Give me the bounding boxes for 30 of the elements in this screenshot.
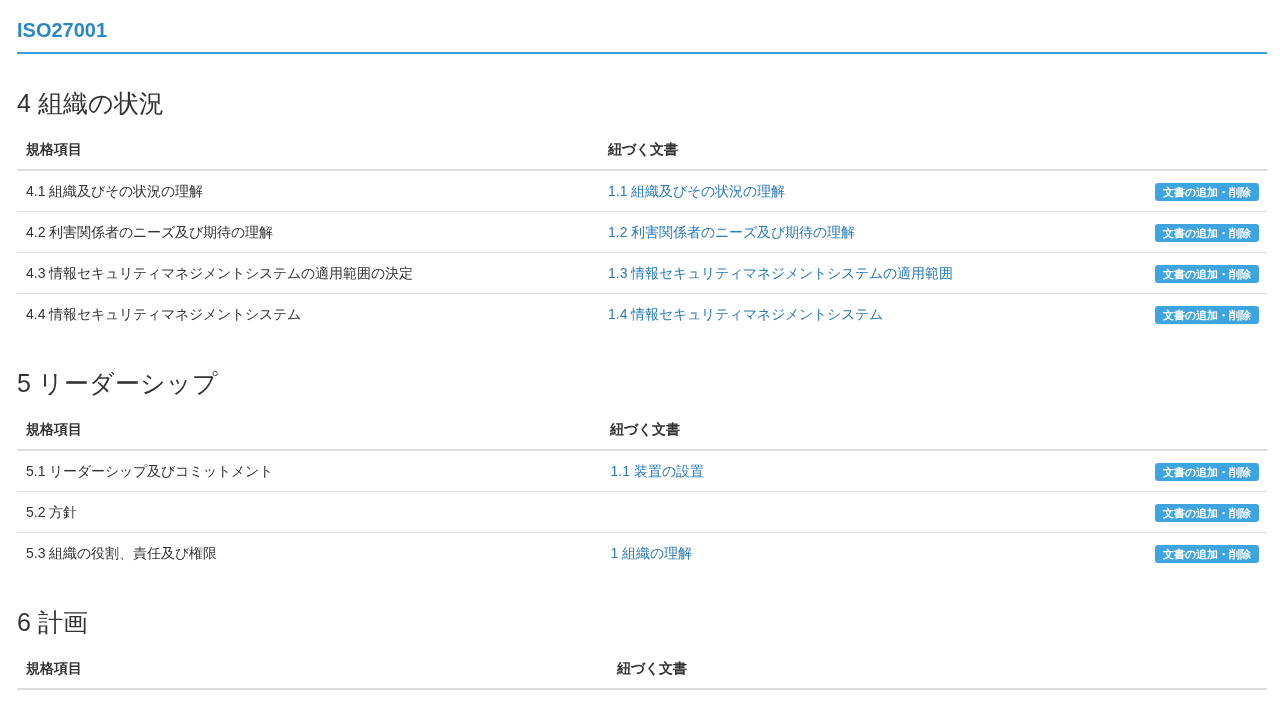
table-cell: 5.2 方針 bbox=[26, 504, 78, 520]
add-remove-button[interactable]: 文書の追加・削除 bbox=[1155, 463, 1259, 481]
add-remove-button[interactable]: 文書の追加・削除 bbox=[1155, 504, 1259, 522]
column-header: 規格項目 bbox=[26, 660, 82, 676]
section-heading: 4 組織の状況 bbox=[17, 88, 165, 119]
section-heading: 5 リーダーシップ bbox=[17, 368, 219, 399]
add-remove-button[interactable]: 文書の追加・削除 bbox=[1155, 545, 1259, 563]
table-cell: 5.3 組織の役割、責任及び権限 bbox=[26, 545, 218, 561]
table-cell: 4.1 組織及びその状況の理解 bbox=[26, 183, 204, 199]
table-cell: 4.4 情報セキュリティマネジメントシステム bbox=[26, 306, 302, 322]
section-heading: 6 計画 bbox=[17, 607, 89, 638]
add-remove-button[interactable]: 文書の追加・削除 bbox=[1155, 265, 1259, 283]
add-remove-button[interactable]: 文書の追加・削除 bbox=[1155, 224, 1259, 242]
document-link[interactable]: 1.4 情報セキュリティマネジメントシステム bbox=[608, 306, 884, 322]
table-cell: 5.1 リーダーシップ及びコミットメント bbox=[26, 463, 274, 479]
column-header: 紐づく文書 bbox=[610, 421, 681, 437]
table-cell: 4.2 利害関係者のニーズ及び期待の理解 bbox=[26, 224, 274, 240]
document-link[interactable]: 1.1 組織及びその状況の理解 bbox=[608, 183, 786, 199]
add-remove-button[interactable]: 文書の追加・削除 bbox=[1155, 183, 1259, 201]
add-remove-button[interactable]: 文書の追加・削除 bbox=[1155, 306, 1259, 324]
table-cell: 4.3 情報セキュリティマネジメントシステムの適用範囲の決定 bbox=[26, 265, 414, 281]
column-header: 紐づく文書 bbox=[608, 141, 679, 157]
document-link[interactable]: 1.3 情報セキュリティマネジメントシステムの適用範囲 bbox=[608, 265, 954, 281]
page-title: ISO27001 bbox=[17, 18, 109, 43]
column-header: 規格項目 bbox=[26, 421, 82, 437]
document-link[interactable]: 1.1 装置の設置 bbox=[610, 463, 704, 479]
column-header: 規格項目 bbox=[26, 141, 82, 157]
document-link[interactable]: 1 組織の理解 bbox=[610, 545, 693, 561]
column-header: 紐づく文書 bbox=[617, 660, 688, 676]
document-link[interactable]: 1.2 利害関係者のニーズ及び期待の理解 bbox=[608, 224, 856, 240]
